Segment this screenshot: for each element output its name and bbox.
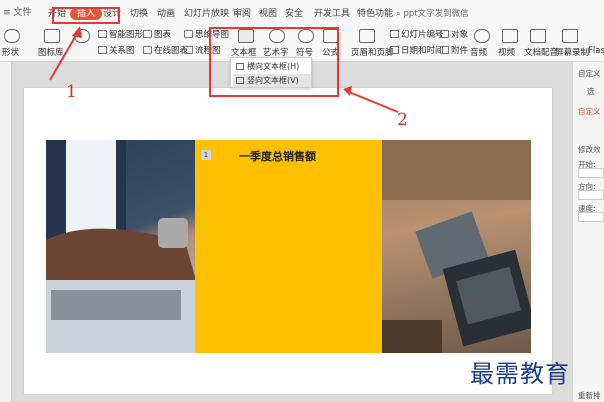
annotation-label-1: 1	[66, 82, 77, 102]
app-window: ≡ 文件 开始 插入 设计 切换 动画 幻灯片放映 审阅 视图 安全 开发工具 …	[0, 0, 604, 402]
annotation-arrows	[49, 26, 399, 113]
watermark: 最需教育	[470, 360, 570, 388]
annotation-label-2: 2	[397, 110, 408, 130]
